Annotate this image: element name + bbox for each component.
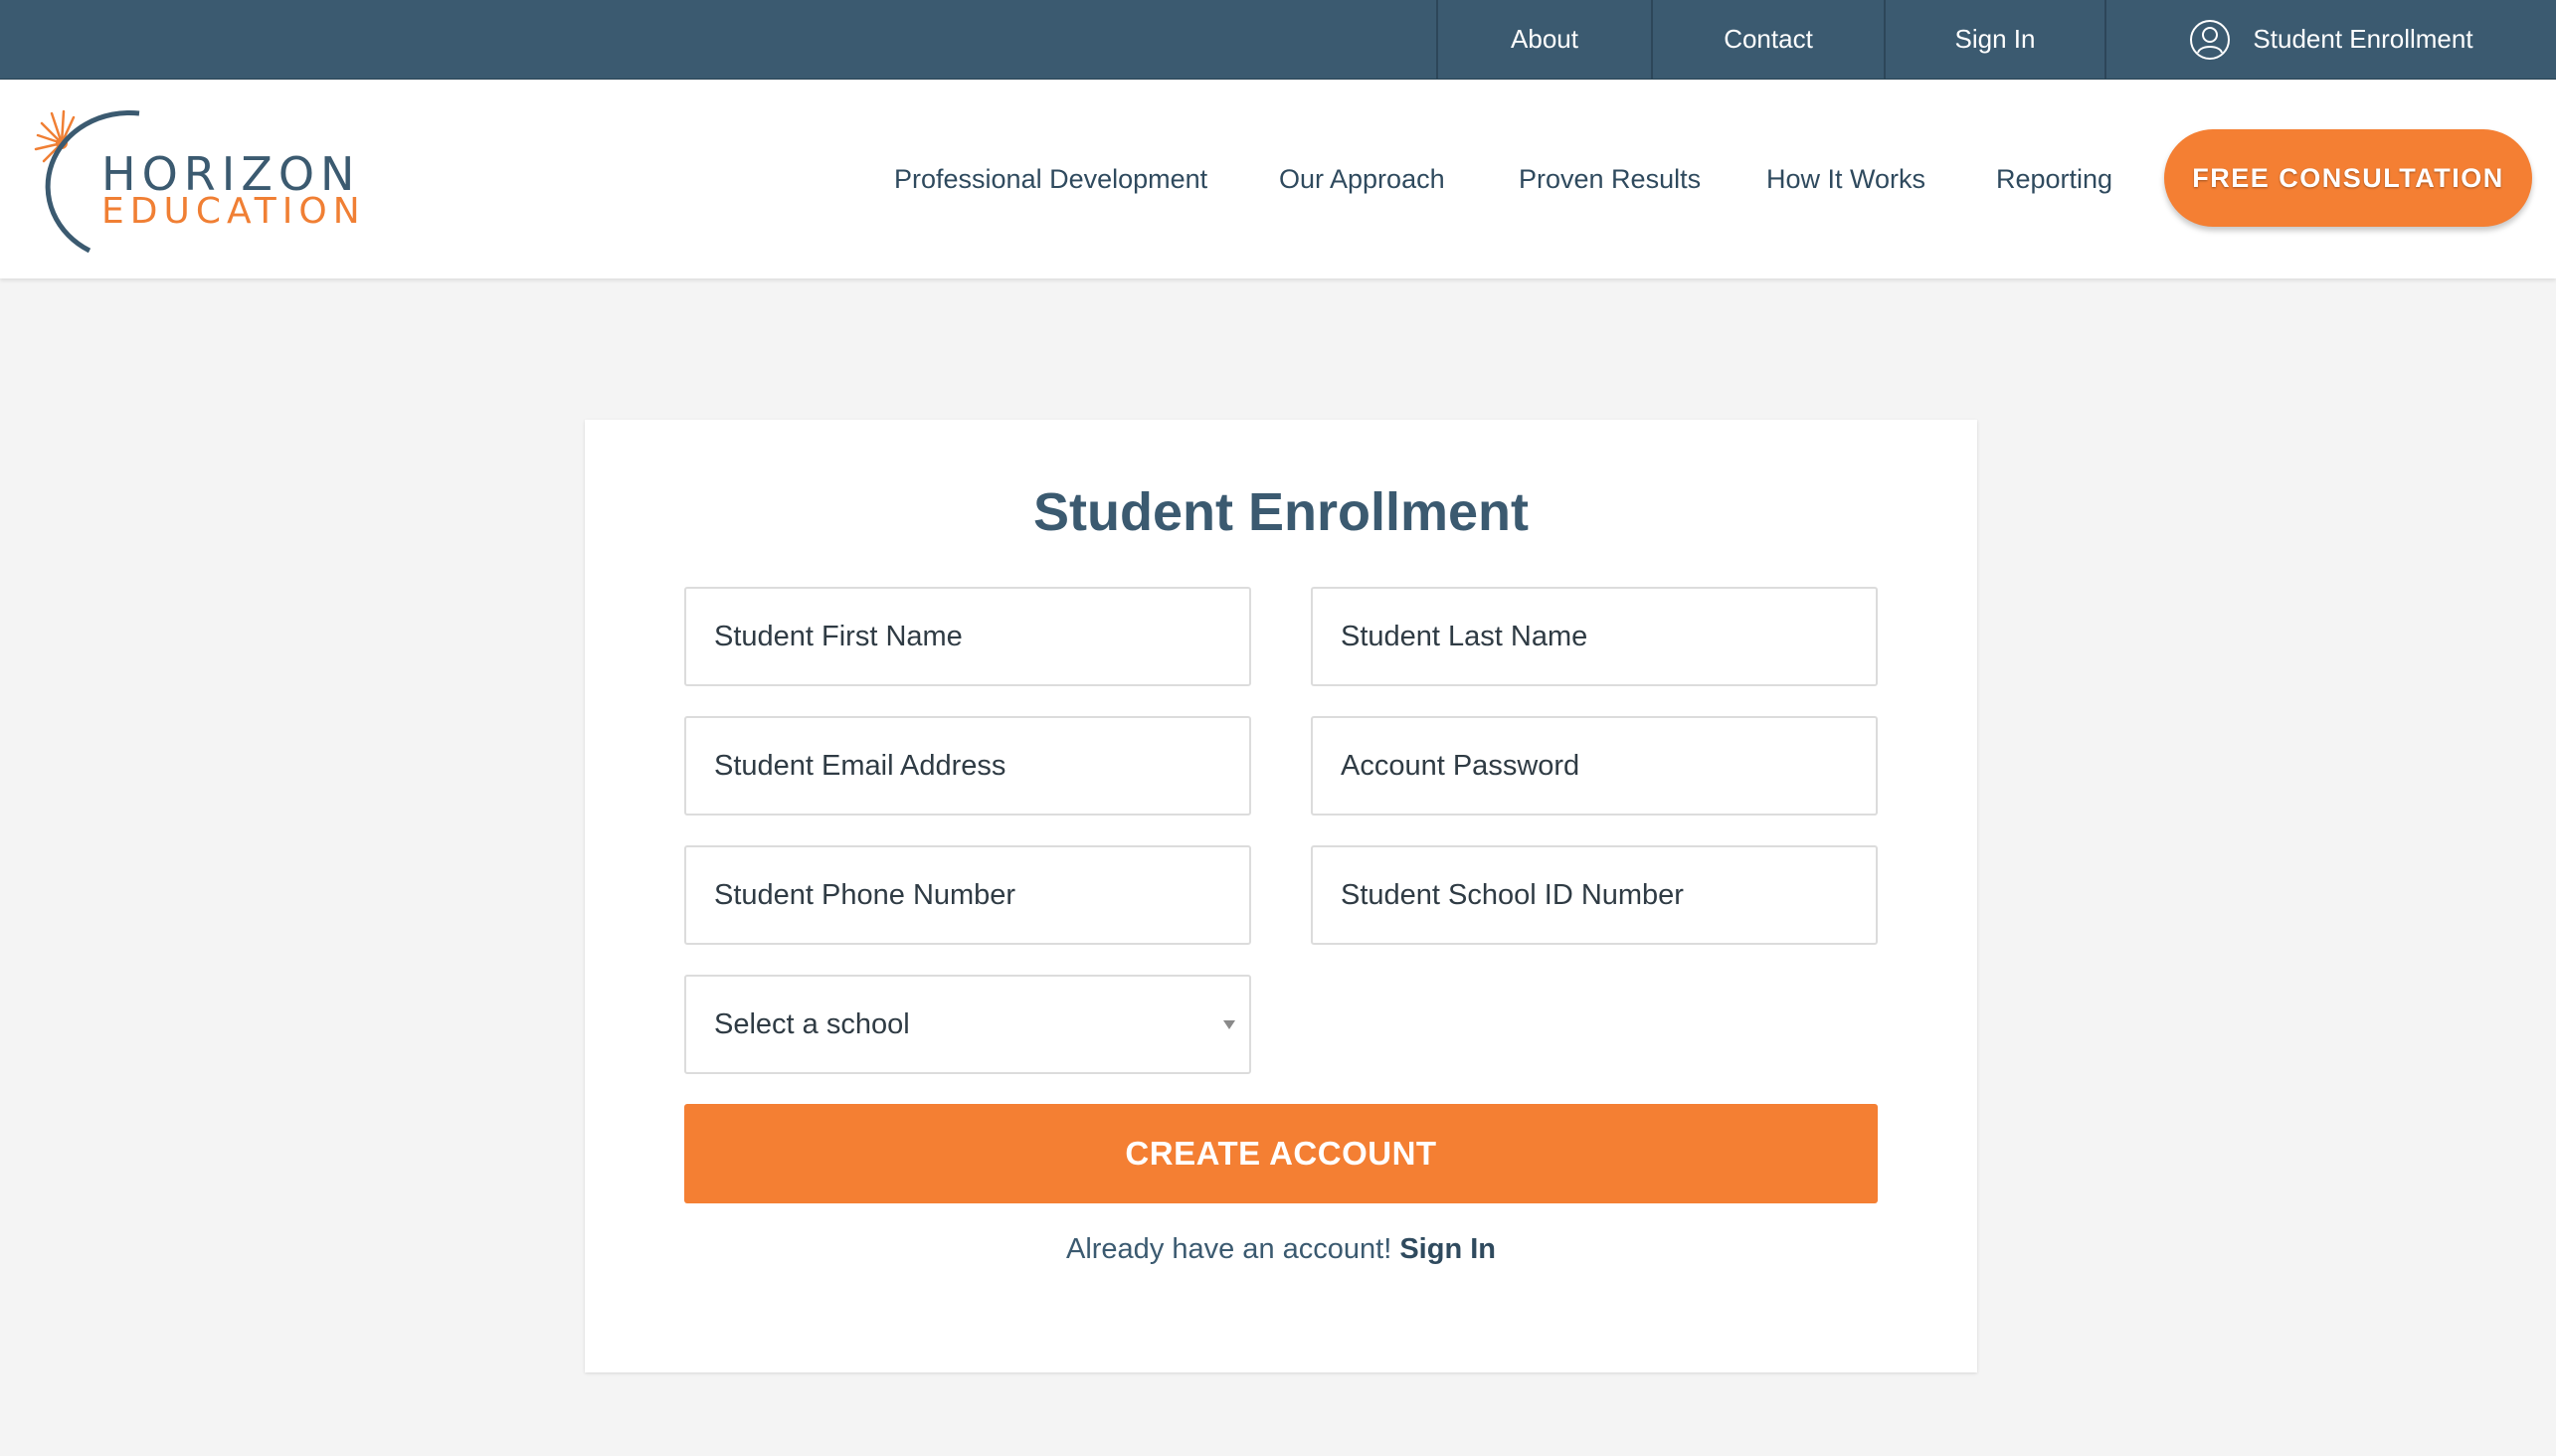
- student-phone-field[interactable]: [684, 845, 1251, 945]
- student-last-name-field[interactable]: [1311, 587, 1878, 686]
- user-circle-icon: [2190, 19, 2231, 60]
- signin-prompt-text: Already have an account!: [1065, 1233, 1392, 1265]
- topbar-student-enrollment-link[interactable]: Student Enrollment: [2104, 0, 2556, 79]
- signin-prompt: Already have an account! Sign In: [585, 1233, 1977, 1266]
- site-header: HORIZON EDUCATION Professional Developme…: [0, 80, 2556, 278]
- nav-our-approach[interactable]: Our Approach: [1279, 159, 1445, 199]
- free-consultation-button[interactable]: FREE CONSULTATION: [2164, 129, 2532, 227]
- horizon-education-logo[interactable]: HORIZON EDUCATION: [34, 103, 412, 253]
- topbar-contact-link[interactable]: Contact: [1651, 0, 1884, 79]
- nav-how-it-works[interactable]: How It Works: [1766, 159, 1925, 199]
- account-password-field[interactable]: [1311, 716, 1878, 816]
- student-school-id-field[interactable]: [1311, 845, 1878, 945]
- topbar-student-enrollment-label: Student Enrollment: [2253, 24, 2473, 54]
- topbar-about-link[interactable]: About: [1436, 0, 1651, 79]
- student-email-field[interactable]: [684, 716, 1251, 816]
- caret-down-icon: [1223, 1020, 1235, 1029]
- topbar-sign-in-link[interactable]: Sign In: [1884, 0, 2104, 79]
- logo-line2: EDUCATION: [101, 191, 366, 232]
- nav-proven-results[interactable]: Proven Results: [1519, 159, 1701, 199]
- top-utility-bar: About Contact Sign In Student Enrollment: [0, 0, 2556, 80]
- signin-link[interactable]: Sign In: [1399, 1233, 1496, 1265]
- nav-reporting[interactable]: Reporting: [1996, 159, 2112, 199]
- form-title: Student Enrollment: [1033, 482, 1529, 542]
- nav-professional-development[interactable]: Professional Development: [894, 159, 1207, 199]
- enrollment-form-card: Student Enrollment Select a school CREAT…: [585, 420, 1977, 1372]
- student-first-name-field[interactable]: [684, 587, 1251, 686]
- school-select-value: Select a school: [714, 1007, 910, 1040]
- create-account-button[interactable]: CREATE ACCOUNT: [684, 1104, 1878, 1203]
- school-select[interactable]: Select a school: [684, 975, 1251, 1074]
